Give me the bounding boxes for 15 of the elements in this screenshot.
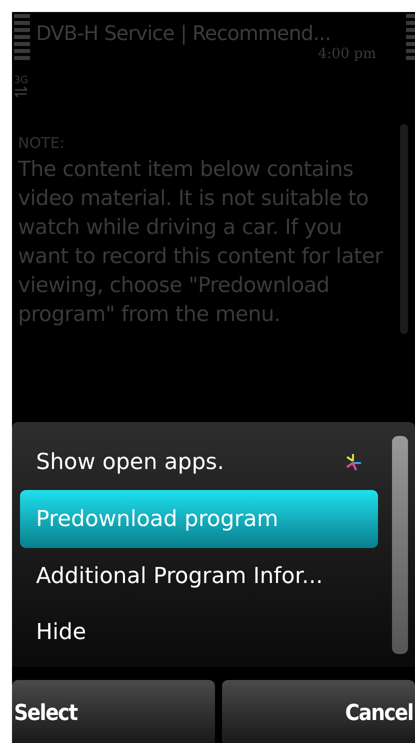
scrollbar[interactable] xyxy=(400,124,408,334)
task-switcher-icon xyxy=(344,453,362,471)
menu-scrollbar[interactable] xyxy=(392,436,408,654)
note-text: The content item below contains video material. It is not suitable to watch while driving a car. If you want to record this content for later viewing, choose "Predownload program" from the menu. xyxy=(18,156,384,328)
window-title: DVB-H Service | Recommend... xyxy=(36,20,331,47)
menu-item[interactable]: Hide xyxy=(20,604,378,660)
softkey-button[interactable]: Select xyxy=(12,680,215,743)
signal-icon xyxy=(14,14,30,62)
clock-time: 4:00 pm xyxy=(318,45,376,64)
data-transfer-icon xyxy=(14,87,28,97)
softkey-button[interactable]: Cancel xyxy=(222,680,415,743)
menu-item[interactable]: Additional Program Infor... xyxy=(20,548,378,604)
battery-icon xyxy=(406,14,415,62)
menu-item[interactable]: Show open apps. xyxy=(20,434,378,490)
network-label: 3G xyxy=(14,74,28,88)
